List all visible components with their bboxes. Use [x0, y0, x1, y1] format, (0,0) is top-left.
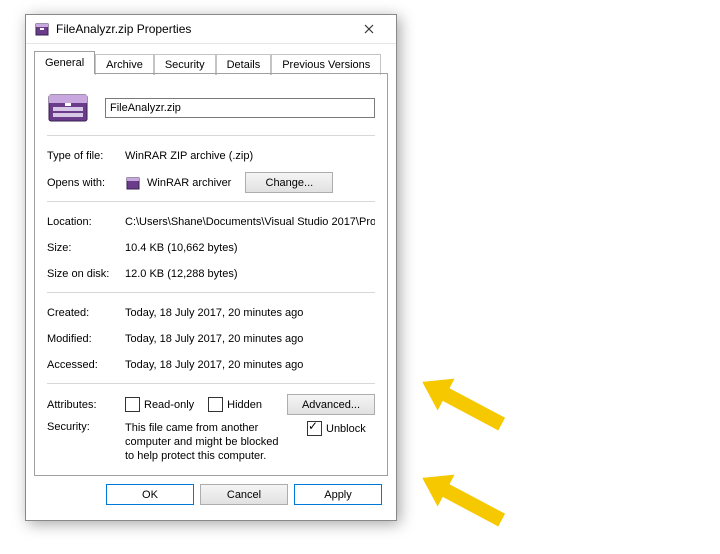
- created-value: Today, 18 July 2017, 20 minutes ago: [125, 307, 375, 319]
- location-value: C:\Users\Shane\Documents\Visual Studio 2…: [125, 216, 375, 228]
- type-label: Type of file:: [47, 150, 125, 162]
- created-label: Created:: [47, 307, 125, 319]
- close-icon: [364, 24, 374, 34]
- size-value: 10.4 KB (10,662 bytes): [125, 242, 375, 254]
- window-title: FileAnalyzr.zip Properties: [56, 22, 350, 36]
- properties-dialog: FileAnalyzr.zip Properties GeneralArchiv…: [25, 14, 397, 521]
- tab-security[interactable]: Security: [154, 54, 216, 75]
- annotation-arrow-unblock: [406, 351, 518, 455]
- unblock-label: Unblock: [326, 423, 366, 435]
- readonly-label: Read-only: [144, 399, 194, 411]
- accessed-label: Accessed:: [47, 359, 125, 371]
- general-pane: Type of file: WinRAR ZIP archive (.zip) …: [34, 73, 388, 476]
- filename-input[interactable]: [105, 98, 375, 118]
- titlebar[interactable]: FileAnalyzr.zip Properties: [26, 15, 396, 44]
- size-label: Size:: [47, 242, 125, 254]
- file-type-icon: [47, 89, 89, 127]
- tab-strip: GeneralArchiveSecurityDetailsPrevious Ve…: [34, 50, 388, 74]
- hidden-checkbox[interactable]: [208, 397, 223, 412]
- attributes-label: Attributes:: [47, 399, 125, 411]
- size-on-disk-label: Size on disk:: [47, 268, 125, 280]
- opens-with-value: WinRAR archiver: [147, 177, 231, 189]
- type-value: WinRAR ZIP archive (.zip): [125, 150, 375, 162]
- annotation-arrow-apply: [406, 447, 518, 551]
- tab-general[interactable]: General: [34, 51, 95, 74]
- location-label: Location:: [47, 216, 125, 228]
- archive-icon: [34, 21, 50, 37]
- modified-label: Modified:: [47, 333, 125, 345]
- separator: [47, 135, 375, 136]
- hidden-label: Hidden: [227, 399, 262, 411]
- readonly-checkbox[interactable]: [125, 397, 140, 412]
- modified-value: Today, 18 July 2017, 20 minutes ago: [125, 333, 375, 345]
- opens-with-label: Opens with:: [47, 177, 125, 189]
- close-button[interactable]: [350, 18, 388, 40]
- unblock-checkbox[interactable]: [307, 421, 322, 436]
- security-note: This file came from another computer and…: [125, 421, 285, 463]
- security-label: Security:: [47, 421, 125, 433]
- tab-details[interactable]: Details: [216, 54, 272, 75]
- ok-button[interactable]: OK: [106, 484, 194, 505]
- cancel-button[interactable]: Cancel: [200, 484, 288, 505]
- separator: [47, 292, 375, 293]
- app-icon: [125, 175, 141, 191]
- apply-button[interactable]: Apply: [294, 484, 382, 505]
- separator: [47, 201, 375, 202]
- separator: [47, 383, 375, 384]
- advanced-button[interactable]: Advanced...: [287, 394, 375, 415]
- tab-archive[interactable]: Archive: [95, 54, 154, 75]
- tab-previous-versions[interactable]: Previous Versions: [271, 54, 381, 75]
- change-button[interactable]: Change...: [245, 172, 333, 193]
- size-on-disk-value: 12.0 KB (12,288 bytes): [125, 268, 375, 280]
- dialog-button-row: OK Cancel Apply: [26, 484, 396, 510]
- accessed-value: Today, 18 July 2017, 20 minutes ago: [125, 359, 375, 371]
